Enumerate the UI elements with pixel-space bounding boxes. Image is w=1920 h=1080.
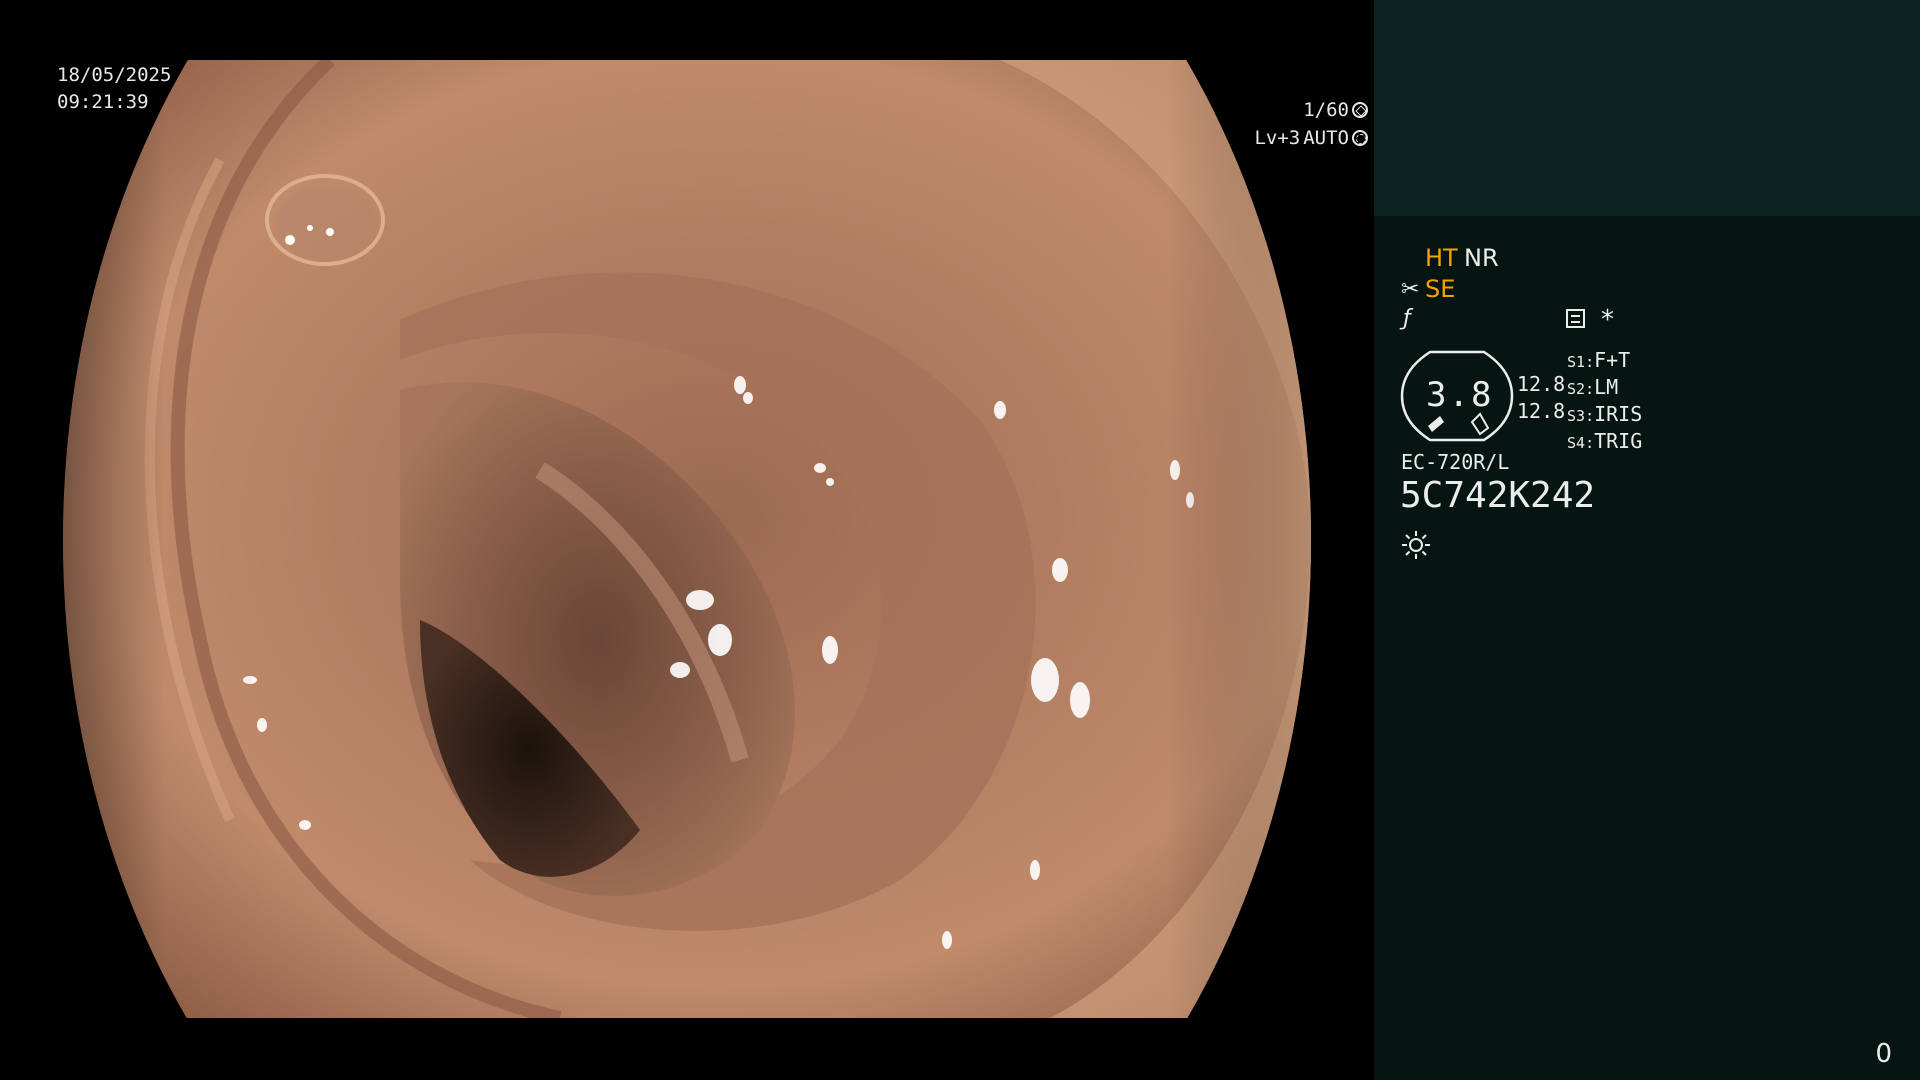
nr-mode-indicator: NR (1464, 244, 1499, 272)
colon-image (63, 60, 1311, 1018)
settings-icon (1352, 130, 1368, 146)
scope-model: EC-720R/L (1401, 450, 1510, 474)
ht-mode-indicator: HT (1425, 244, 1458, 272)
exposure-info: 1/60 Lv+3 AUTO (1254, 96, 1368, 152)
date-text: 18/05/2025 (57, 64, 172, 86)
light-icon (1402, 531, 1430, 559)
date-time-display: 18/05/2025 09:21:39 (57, 62, 171, 116)
asterisk-marker: * (1601, 305, 1614, 335)
frame-counter: 0 (1875, 1039, 1892, 1069)
scope-switch-list: S1:F+T S2:LM S3:IRIS S4:TRIG (1567, 348, 1642, 456)
switch-row: S1:F+T (1567, 348, 1631, 372)
info-panel-header (1374, 0, 1920, 216)
gauge-side-value-1: 12.8 (1517, 372, 1566, 396)
se-mode-indicator: SE (1425, 275, 1456, 303)
serial-number: 5C742K242 (1400, 475, 1596, 516)
endoscopy-screen: 18/05/2025 09:21:39 1/60 Lv+3 AUTO HT NR… (0, 0, 1920, 1080)
shutter-speed: 1/60 (1303, 99, 1349, 121)
report-icon (1566, 309, 1585, 328)
exposure-mode: AUTO (1303, 127, 1349, 149)
switch-row: S3:IRIS (1567, 402, 1643, 426)
f-slash-icon: ƒ (1403, 306, 1411, 331)
gauge-side-value-2: 12.8 (1517, 399, 1566, 423)
scissor-icon: ✂ (1401, 277, 1420, 302)
endoscopic-view (0, 0, 1374, 1080)
zoom-value: 3.8 (1426, 375, 1494, 415)
brightness-level: Lv+3 (1254, 127, 1301, 149)
time-text: 09:21:39 (57, 91, 149, 113)
switch-row: S4:TRIG (1567, 429, 1643, 453)
aperture-icon (1352, 102, 1368, 118)
switch-row: S2:LM (1567, 375, 1619, 399)
